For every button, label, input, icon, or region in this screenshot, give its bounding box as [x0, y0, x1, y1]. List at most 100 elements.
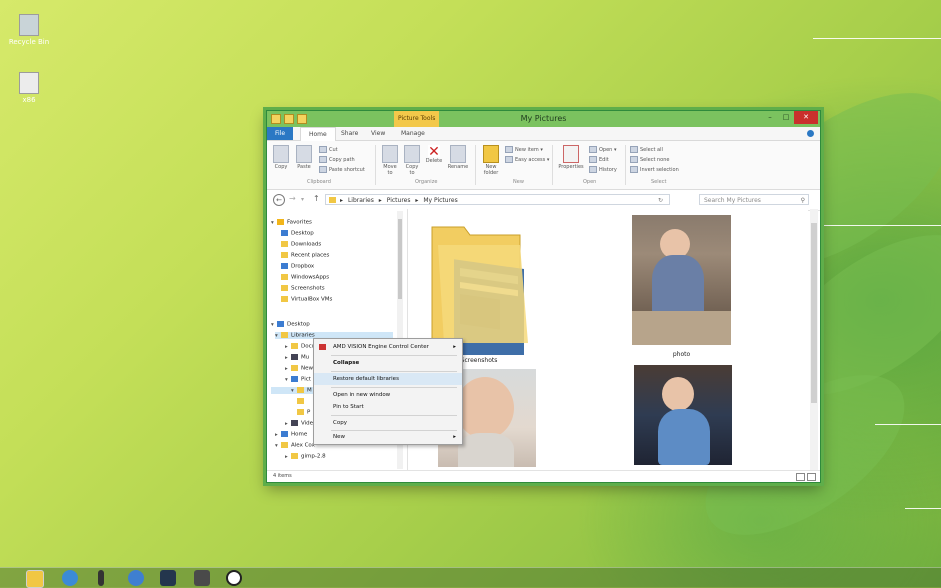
recycle-bin-label: Recycle Bin [8, 38, 50, 46]
tab-view[interactable]: View [363, 127, 393, 140]
edit-button[interactable]: Edit [589, 156, 609, 163]
nav-item-label: WindowsApps [291, 274, 330, 281]
title-bar[interactable]: Picture Tools My Pictures – □ ✕ [267, 111, 820, 127]
nav-library-videos[interactable]: ▸ Vide [285, 420, 313, 427]
cut-button[interactable]: Cut [319, 146, 338, 153]
help-icon[interactable] [807, 130, 814, 137]
tab-share[interactable]: Share [333, 127, 366, 140]
minimize-button[interactable]: – [762, 111, 778, 124]
nav-item-desktop[interactable]: Desktop [281, 230, 314, 237]
new-folder-button[interactable]: New folder [480, 145, 502, 176]
nav-library-music[interactable]: ▸ Mu [285, 354, 309, 361]
menu-item-new[interactable]: New ▸ [314, 431, 462, 443]
steam-icon[interactable] [160, 570, 176, 586]
menu-item-collapse[interactable]: Collapse [314, 357, 462, 369]
nav-library-public[interactable]: P [297, 409, 310, 416]
menu-item-open-in-new-window[interactable]: Open in new window [314, 389, 462, 401]
search-input[interactable]: Search My Pictures ⚲ [699, 194, 809, 205]
nav-gimp[interactable]: ▸ gimp-2.8 [285, 453, 326, 460]
nav-homegroup[interactable]: ▸ Home [275, 431, 307, 438]
invert-selection-button[interactable]: Invert selection [630, 166, 679, 173]
internet-explorer-icon[interactable] [62, 570, 78, 586]
file-list: Screenshots photo [408, 209, 808, 471]
ribbon-tabs: File Home Share View Manage [267, 127, 820, 141]
menu-item-restore-default-libraries[interactable]: Restore default libraries [314, 373, 462, 385]
scan-line [805, 225, 941, 226]
tab-home[interactable]: Home [300, 127, 336, 141]
nav-item-downloads[interactable]: Downloads [281, 241, 321, 248]
breadcrumb-libraries[interactable]: Libraries [348, 197, 374, 204]
open-button[interactable]: Open ▾ [589, 146, 616, 153]
copy-label: Copy [274, 164, 288, 170]
phone-icon[interactable] [98, 570, 104, 586]
x86-label: x86 [22, 96, 36, 104]
delete-button[interactable]: ✕ Delete [425, 145, 443, 164]
address-bar[interactable]: ▸ Libraries ▸ Pictures ▸ My Pictures ↻ [325, 194, 670, 205]
select-all-button[interactable]: Select all [630, 146, 663, 153]
videos-icon [291, 420, 298, 426]
menu-item-pin-to-start[interactable]: Pin to Start [314, 401, 462, 413]
content-scrollbar[interactable] [810, 209, 818, 471]
status-bar: 4 items [267, 470, 820, 482]
forward-button[interactable]: → [289, 194, 296, 203]
nav-library-documents[interactable]: ▸ Docu [285, 343, 315, 350]
tab-manage[interactable]: Manage [393, 127, 433, 140]
select-group-label: Select [651, 179, 667, 185]
maximize-button[interactable]: □ [778, 111, 794, 124]
chrome-icon[interactable] [128, 570, 144, 586]
nav-item-windowsapps[interactable]: WindowsApps [281, 274, 329, 281]
large-icons-view-icon[interactable] [807, 473, 816, 481]
view-switcher [796, 473, 816, 481]
copy-path-button[interactable]: Copy path [319, 156, 355, 163]
file-explorer-icon[interactable] [26, 570, 44, 588]
paste-shortcut-button[interactable]: Paste shortcut [319, 166, 365, 173]
nav-favorites[interactable]: ▾ Favorites [271, 219, 312, 226]
history-icon [589, 166, 597, 173]
copy-to-button[interactable]: Copy to [403, 145, 421, 176]
breadcrumb-my-pictures[interactable]: My Pictures [423, 197, 457, 204]
menu-item-copy[interactable]: Copy [314, 417, 462, 429]
nav-item-dropbox[interactable]: Dropbox [281, 263, 314, 270]
nav-user[interactable]: ▾ Alex Cox [275, 442, 315, 449]
nav-library-new[interactable]: ▸ New [285, 365, 313, 372]
clock-icon[interactable] [226, 570, 242, 586]
x86-desktop-icon[interactable]: x86 [6, 72, 52, 104]
close-button[interactable]: ✕ [794, 111, 818, 124]
photo-item-3[interactable] [634, 365, 734, 467]
nav-desktop[interactable]: ▾ Desktop [271, 321, 310, 328]
content-scroll-thumb[interactable] [811, 223, 817, 403]
up-button[interactable]: ↑ [313, 194, 320, 203]
menu-item-label: Collapse [333, 360, 360, 366]
new-item-button[interactable]: New item ▾ [505, 146, 543, 153]
nav-item-virtualbox-vms[interactable]: VirtualBox VMs [281, 296, 332, 303]
refresh-icon[interactable]: ↻ [658, 195, 663, 206]
nav-scroll-thumb[interactable] [398, 219, 402, 299]
paste-button[interactable]: Paste [295, 145, 313, 170]
nav-item-screenshots[interactable]: Screenshots [281, 285, 325, 292]
history-button[interactable]: History [589, 166, 617, 173]
recycle-bin-desktop-icon[interactable]: Recycle Bin [6, 14, 52, 46]
easy-access-button[interactable]: Easy access ▾ [505, 156, 549, 163]
properties-button[interactable]: Properties [557, 145, 585, 170]
photo-item-photo[interactable]: photo [632, 215, 736, 365]
details-view-icon[interactable] [796, 473, 805, 481]
recent-locations-button[interactable]: ▾ [301, 196, 304, 203]
folder-icon [281, 274, 288, 280]
nav-item-recent-places[interactable]: Recent places [281, 252, 329, 259]
copy-button[interactable]: Copy [273, 145, 289, 170]
easy-access-icon [505, 156, 513, 163]
move-to-icon [382, 145, 398, 163]
open-icon [589, 146, 597, 153]
menu-item-amd-vision[interactable]: AMD VISION Engine Control Center ▸ [314, 341, 462, 353]
nav-library-screenshots[interactable] [297, 398, 307, 405]
back-button[interactable]: ← [273, 194, 285, 206]
menu-separator [331, 415, 457, 416]
folder-icon [297, 409, 304, 415]
select-none-button[interactable]: Select none [630, 156, 670, 163]
move-to-button[interactable]: Move to [381, 145, 399, 176]
tab-file[interactable]: File [267, 127, 294, 140]
nav-library-pictures[interactable]: ▾ Pict [285, 376, 311, 383]
paint-icon[interactable] [194, 570, 210, 586]
rename-button[interactable]: Rename [447, 145, 469, 170]
breadcrumb-pictures[interactable]: Pictures [387, 197, 411, 204]
